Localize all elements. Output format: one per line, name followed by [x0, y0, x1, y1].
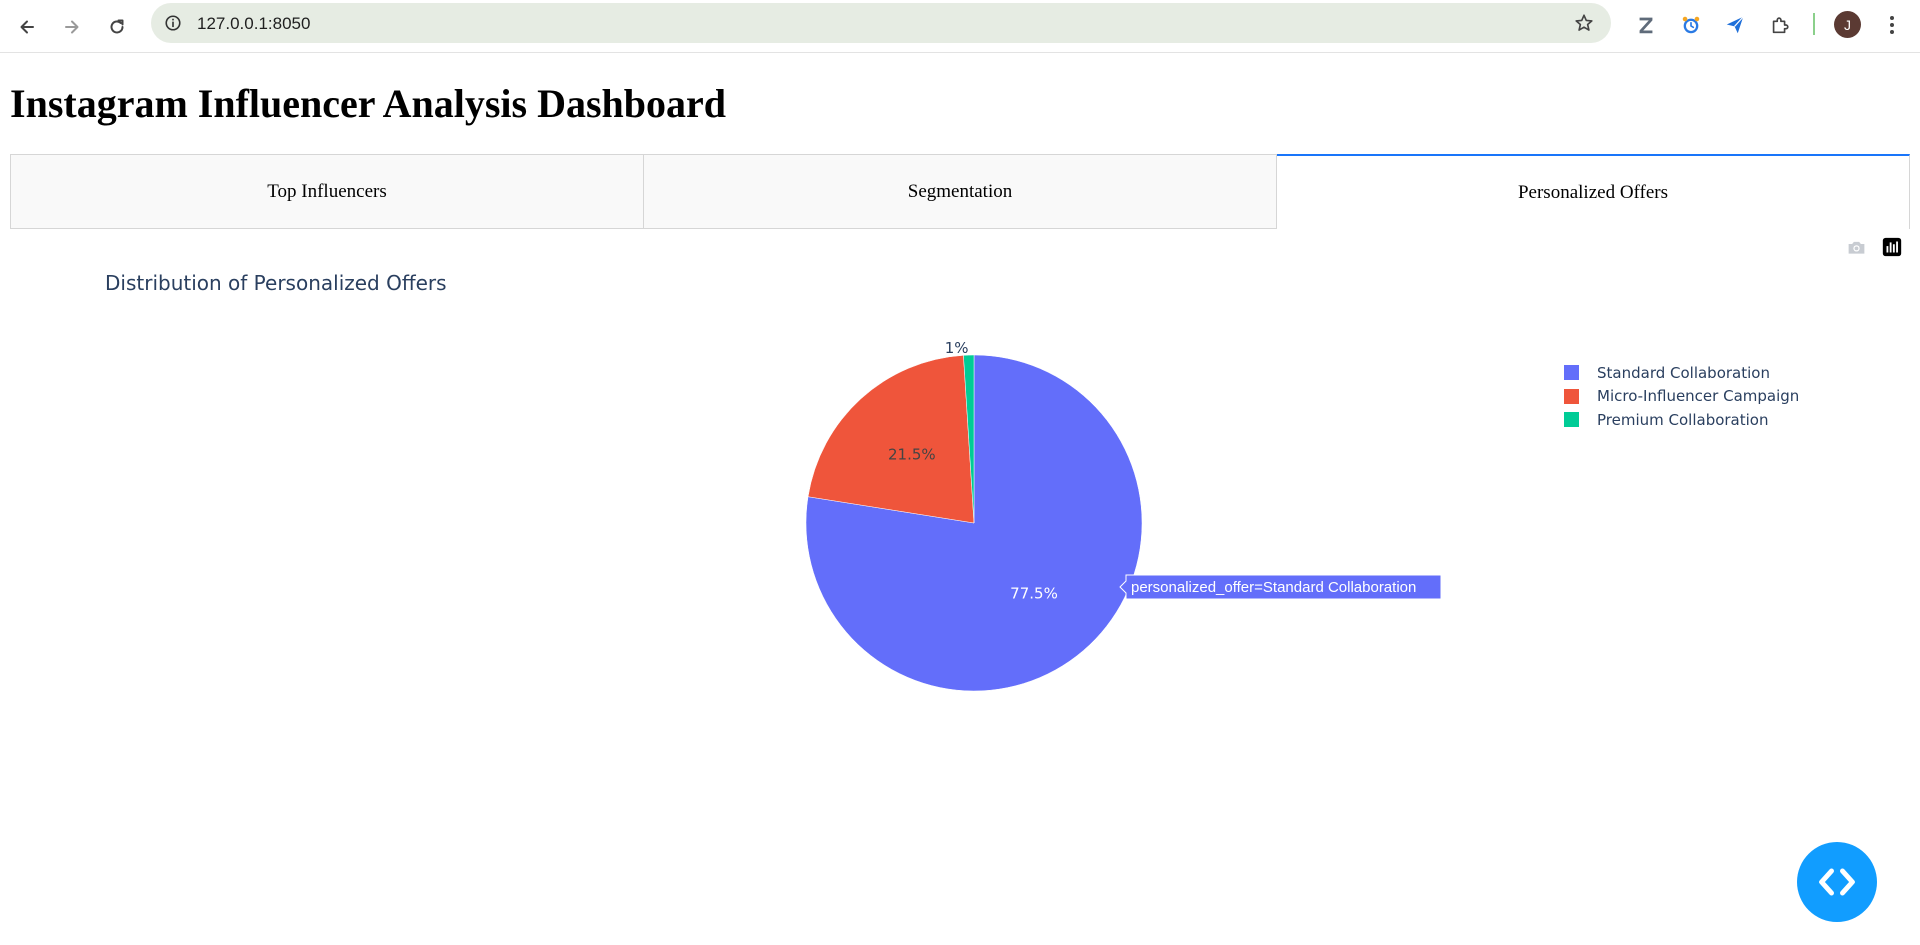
legend-item-micro-influencer-campaign[interactable]: Micro-Influencer Campaign: [1564, 385, 1799, 409]
address-bar[interactable]: 127.0.0.1:8050: [151, 3, 1611, 43]
tab-bar: Top Influencers Segmentation Personalize…: [10, 154, 1910, 229]
profile-avatar[interactable]: J: [1834, 11, 1861, 38]
tab-personalized-offers[interactable]: Personalized Offers: [1277, 154, 1910, 229]
slice-label-standard-collaboration: 77.5%: [1010, 584, 1058, 602]
dash-debug-button[interactable]: [1797, 842, 1877, 922]
forward-button[interactable]: [54, 9, 90, 45]
url-text: 127.0.0.1:8050: [197, 14, 311, 33]
legend-swatch: [1564, 412, 1579, 428]
legend-label: Standard Collaboration: [1597, 363, 1770, 382]
legend-swatch: [1564, 388, 1579, 404]
chart-legend: Standard Collaboration Micro-Influencer …: [1564, 361, 1799, 432]
legend-item-standard-collaboration[interactable]: Standard Collaboration: [1564, 361, 1799, 385]
legend-label: Premium Collaboration: [1597, 410, 1769, 429]
zotero-icon[interactable]: [1632, 11, 1660, 39]
clock-extension-icon[interactable]: [1677, 11, 1705, 39]
slice-label-micro-influencer-campaign: 21.5%: [888, 446, 936, 464]
pie-chart-svg: 77.5% 21.5% 1% personalized_offer=Standard…: [805, 339, 1442, 692]
code-brackets-icon: [1819, 868, 1855, 896]
puzzle-icon[interactable]: [1766, 11, 1794, 39]
kebab-menu-icon[interactable]: [1882, 11, 1902, 39]
send-extension-icon[interactable]: [1721, 11, 1749, 39]
bookmark-star-icon[interactable]: [1573, 12, 1595, 34]
legend-item-premium-collaboration[interactable]: Premium Collaboration: [1564, 408, 1799, 432]
reload-icon: [110, 19, 124, 34]
hover-tooltip: personalized_offer=Standard Collaboratio…: [1119, 574, 1442, 600]
legend-label: Micro-Influencer Campaign: [1597, 387, 1800, 406]
back-arrow-icon: [20, 20, 34, 34]
back-button[interactable]: [9, 9, 45, 45]
tab-top-influencers[interactable]: Top Influencers: [10, 154, 644, 229]
browser-toolbar: 127.0.0.1:8050 J: [0, 0, 1920, 53]
forward-arrow-icon: [65, 20, 79, 34]
hover-tooltip-text: personalized_offer=Standard Collaboratio…: [1131, 579, 1416, 596]
slice-label-premium-collaboration: 1%: [945, 339, 969, 357]
legend-swatch: [1564, 365, 1579, 381]
reload-button[interactable]: [99, 9, 135, 45]
toolbar-divider: [1813, 13, 1815, 35]
info-icon[interactable]: [163, 13, 183, 33]
tab-segmentation[interactable]: Segmentation: [644, 154, 1277, 229]
page-title: Instagram Influencer Analysis Dashboard: [10, 81, 727, 126]
pie-chart-graph: Distribution of Personalized Offers 77.5…: [10, 229, 1910, 945]
pie-slice-micro-influencer-campaign[interactable]: [807, 355, 975, 524]
